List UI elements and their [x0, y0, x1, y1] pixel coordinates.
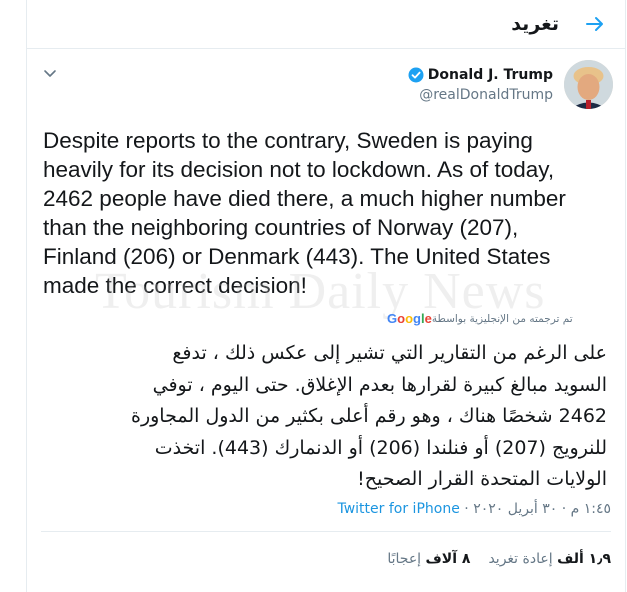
author-name-label: Donald J. Trump — [427, 67, 553, 83]
author-handle[interactable]: @realDonaldTrump — [419, 86, 553, 104]
google-logo: Google — [387, 311, 432, 326]
arrow-left-icon[interactable] — [583, 12, 607, 36]
author-name[interactable]: Donald J. Trump — [408, 66, 553, 84]
tweet-source-link[interactable]: Twitter for iPhone — [337, 501, 459, 517]
meta-separator: · — [561, 501, 567, 517]
tweet-page: تغريد Donald J. Trump @realDonaldTrump D… — [26, 0, 626, 592]
arrow-left-icon-graphic — [586, 17, 603, 31]
verified-badge-icon — [408, 67, 424, 83]
divider — [41, 531, 611, 532]
page-header: تغريد — [27, 0, 625, 49]
chevron-down-icon[interactable] — [41, 64, 59, 82]
likes-count: ٨ آلاف — [425, 551, 471, 567]
tweet-meta: ١:٤٥ م · ٣٠ أبريل ٢٠٢٠ · Twitter for iPh… — [337, 500, 611, 518]
tweet-stats: ١٫٩ ألف إعادة تغريد ٨ آلاف إعجابًا — [387, 550, 611, 568]
likes-stat[interactable]: ٨ آلاف إعجابًا — [387, 550, 470, 568]
translation-attribution[interactable]: تم ترجمته من الإنجليزية بواسطة Google — [383, 310, 573, 328]
meta-separator-2: · — [464, 501, 469, 517]
tweet-date[interactable]: ٣٠ أبريل ٢٠٢٠ — [473, 501, 557, 517]
tweet-text: Despite reports to the contrary, Sweden … — [43, 128, 566, 298]
avatar[interactable] — [564, 60, 613, 109]
retweets-stat[interactable]: ١٫٩ ألف إعادة تغريد — [488, 550, 611, 568]
page-title: تغريد — [511, 13, 559, 35]
tweet-time[interactable]: ١:٤٥ م — [571, 501, 611, 517]
likes-label: إعجابًا — [387, 551, 422, 567]
retweets-count: ١٫٩ ألف — [557, 551, 611, 567]
translated-tweet-text: على الرغم من التقارير التي تشير إلى عكس … — [131, 342, 607, 490]
translation-attribution-label: تم ترجمته من الإنجليزية بواسطة — [431, 313, 573, 325]
retweets-label: إعادة تغريد — [488, 551, 553, 567]
